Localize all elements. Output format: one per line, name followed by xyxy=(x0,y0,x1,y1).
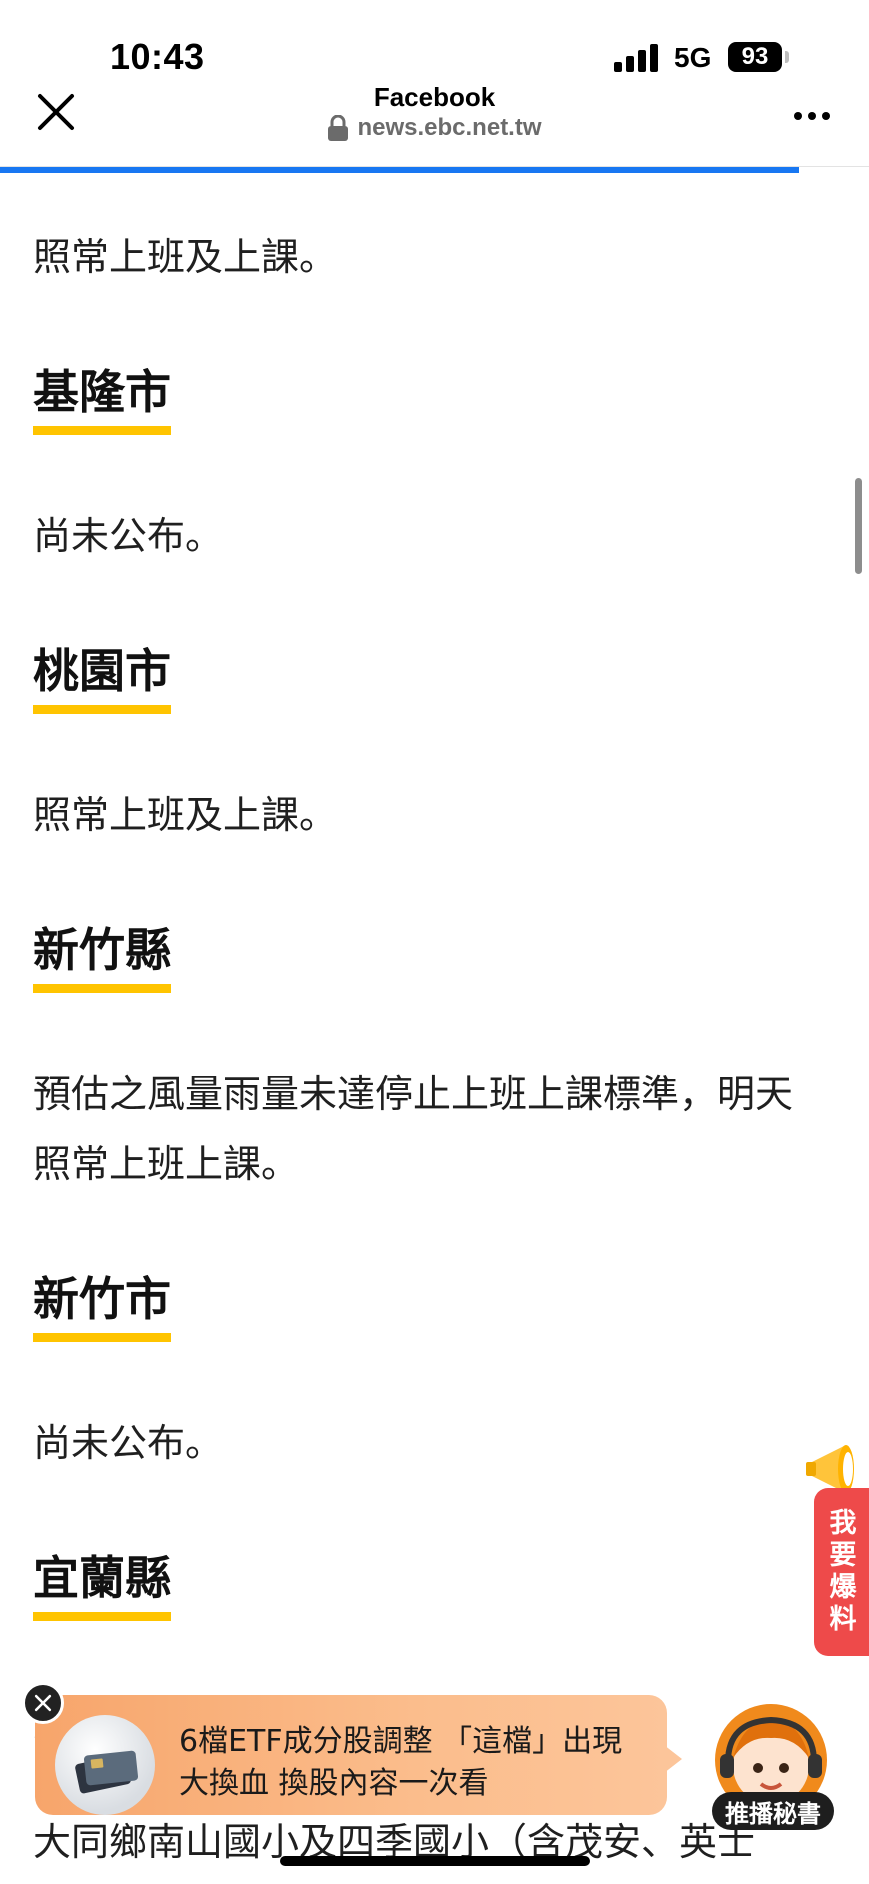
banner-pointer xyxy=(664,1745,682,1773)
url-text: news.ebc.net.tw xyxy=(357,114,542,141)
browser-title: Facebook xyxy=(373,82,496,112)
more-options-icon[interactable] xyxy=(792,104,832,128)
report-tab-char: 爆 xyxy=(829,1572,857,1603)
home-indicator[interactable] xyxy=(280,1856,590,1866)
article-paragraph: 尚未公布。 xyxy=(33,514,224,558)
article-paragraph: 尚未公布。 xyxy=(33,1421,224,1465)
page-load-progress-fill xyxy=(0,167,800,173)
battery-level: 93 xyxy=(741,43,769,70)
banner-close-icon[interactable] xyxy=(22,1682,64,1724)
report-tab-char: 料 xyxy=(829,1604,857,1635)
push-notification-banner[interactable]: 6檔ETF成分股調整 「這檔」出現 大換血 換股內容一次看 xyxy=(35,1695,667,1815)
banner-text: 6檔ETF成分股調整 「這檔」出現 大換血 換股內容一次看 xyxy=(179,1721,649,1805)
section-heading-hsinchu-city: 新竹市 xyxy=(33,1271,171,1342)
section-heading-taoyuan: 桃園市 xyxy=(33,643,171,714)
battery-icon: 93 xyxy=(728,42,782,72)
section-heading-keelung: 基隆市 xyxy=(33,364,171,435)
cellular-signal-icon xyxy=(614,44,662,72)
browser-url-bar[interactable]: news.ebc.net.tw xyxy=(0,114,869,142)
report-news-button[interactable]: 我 要 爆 料 xyxy=(814,1488,869,1656)
article-paragraph: 照常上班及上課。 xyxy=(33,793,338,837)
article-body: 照常上班及上課。 基隆市 尚未公布。 桃園市 照常上班及上課。 新竹縣 預估之風… xyxy=(33,222,823,1757)
scrollbar-thumb[interactable] xyxy=(855,478,862,574)
app-screen: 10:43 5G 93 Facebook news.ebc.net.tw 照常上… xyxy=(0,0,869,1884)
section-heading-hsinchu-county: 新竹縣 xyxy=(33,922,171,993)
report-tab-char: 我 xyxy=(829,1508,857,1539)
battery-tip xyxy=(785,51,789,63)
article-paragraph: 照常上班及上課。 xyxy=(33,235,338,279)
article-paragraph: 預估之風量雨量未達停止上班上課標準，明天照常上班上課。 xyxy=(33,1072,794,1186)
network-type: 5G xyxy=(674,42,712,73)
assistant-label[interactable]: 推播秘書 xyxy=(712,1792,834,1830)
banner-line-1: 6檔ETF成分股調整 「這檔」出現 xyxy=(179,1724,623,1759)
status-time: 10:43 xyxy=(110,36,205,77)
banner-line-2: 大換血 換股內容一次看 xyxy=(179,1766,489,1801)
banner-thumbnail xyxy=(55,1715,155,1815)
lock-icon xyxy=(328,115,349,141)
section-heading-yilan: 宜蘭縣 xyxy=(33,1550,171,1621)
report-tab-char: 要 xyxy=(829,1540,857,1571)
page-load-progress xyxy=(0,167,869,173)
credit-cards-image xyxy=(75,1750,139,1794)
